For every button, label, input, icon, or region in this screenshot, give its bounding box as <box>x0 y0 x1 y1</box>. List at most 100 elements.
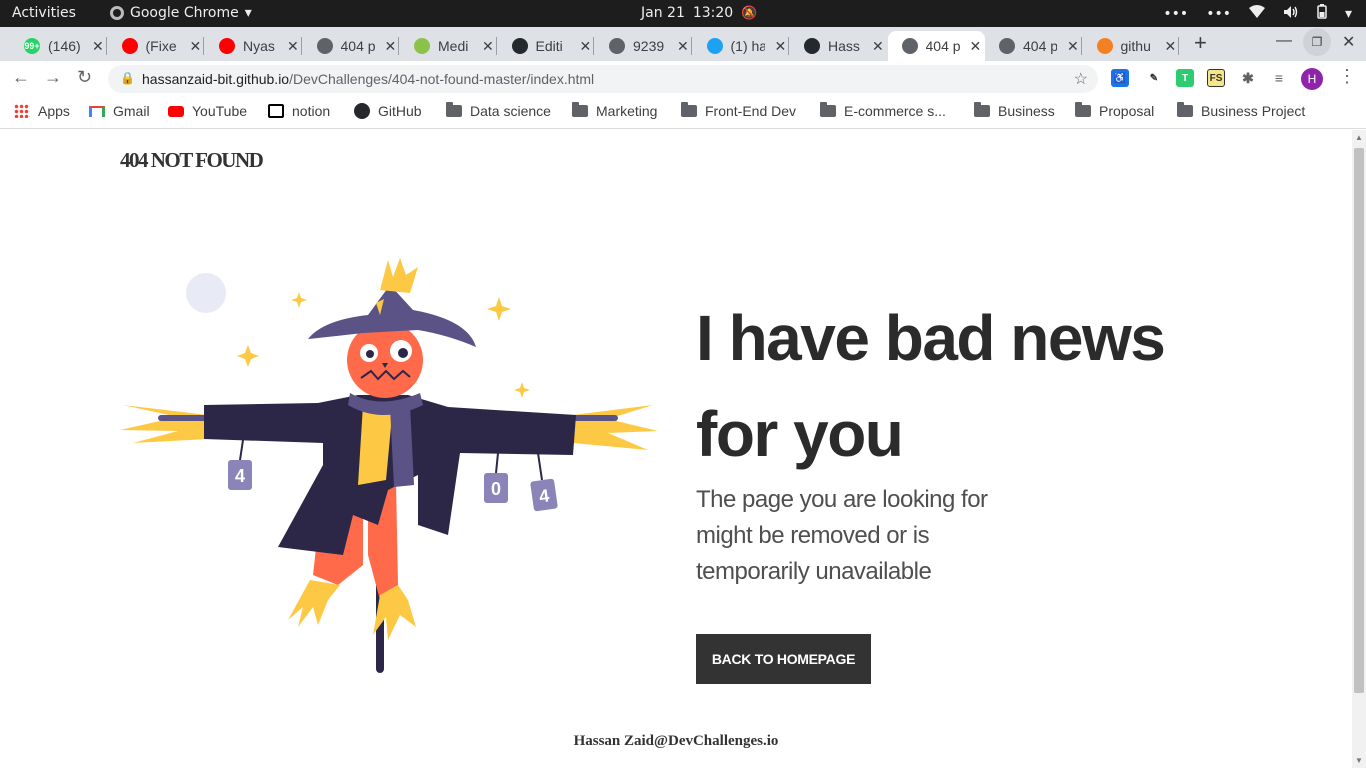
address-bar[interactable]: 🔒 hassanzaid-bit.github.io/DevChallenges… <box>108 65 1098 93</box>
tab-title: Medi <box>438 38 469 54</box>
browser-tab[interactable]: 9239 ✕ <box>595 31 693 61</box>
folder-icon <box>820 102 836 117</box>
volume-icon <box>1283 5 1299 23</box>
page-scrollbar[interactable]: ▲ ▼ <box>1352 130 1366 768</box>
bookmark-item[interactable]: Data science <box>446 102 551 119</box>
bookmark-item[interactable]: Marketing <box>572 102 657 119</box>
bookmark-item[interactable]: Apps <box>14 103 70 119</box>
back-button[interactable]: ← <box>12 67 30 88</box>
overflow-icon[interactable]: ••• <box>1163 6 1188 22</box>
browser-tab[interactable]: githu ✕ <box>1083 31 1181 61</box>
youtube-icon <box>168 105 184 117</box>
apps-grid-icon <box>14 104 30 118</box>
tab-title: (1) ha <box>730 38 765 54</box>
new-tab-button[interactable]: + <box>1194 30 1207 56</box>
bookmark-label: GitHub <box>378 103 422 119</box>
browser-tab[interactable]: 404 p ✕ <box>887 31 985 61</box>
bookmark-item[interactable]: Gmail <box>89 103 150 119</box>
scrollbar-thumb[interactable] <box>1354 148 1364 693</box>
close-tab-icon[interactable]: ✕ <box>190 38 202 55</box>
folder-icon <box>681 102 697 117</box>
browser-tab[interactable]: Hass ✕ <box>790 31 888 61</box>
chrome-menu-icon[interactable]: ⋮ <box>1338 66 1356 87</box>
close-tab-icon[interactable]: ✕ <box>580 38 592 55</box>
folder-icon <box>446 102 462 117</box>
browser-tab[interactable]: Medi ✕ <box>400 31 498 61</box>
close-tab-icon[interactable]: ✕ <box>872 38 884 55</box>
scroll-up-arrow-icon[interactable]: ▲ <box>1355 133 1363 142</box>
system-tray[interactable]: ••• ••• ▾ <box>1163 4 1352 23</box>
twitter-icon <box>706 38 723 54</box>
close-tab-icon[interactable]: ✕ <box>287 38 299 55</box>
close-tab-icon[interactable]: ✕ <box>775 38 787 55</box>
tab-separator <box>690 37 692 55</box>
accessibility-extension-icon[interactable]: ♿ <box>1111 69 1129 87</box>
close-tab-icon[interactable]: ✕ <box>1165 38 1177 55</box>
headline-line-2: for you <box>696 398 904 470</box>
bookmark-item[interactable]: Business Project <box>1177 102 1305 119</box>
extension-t-icon[interactable]: T <box>1176 69 1194 87</box>
app-menu[interactable]: Google Chrome ▾ <box>110 5 252 21</box>
page-footer: Hassan Zaid@DevChallenges.io <box>573 733 779 749</box>
bookmark-item[interactable]: E-commerce s... <box>820 102 946 119</box>
tab-separator <box>203 37 204 55</box>
extensions-puzzle-icon[interactable]: ✱ <box>1239 69 1257 87</box>
browser-tab[interactable]: (Fixe ✕ <box>108 31 206 61</box>
browser-tab[interactable]: 99+ (146) ✕ <box>10 31 108 61</box>
tab-separator <box>593 37 594 55</box>
bookmarks-bar: Apps Gmail YouTube notion GitHub Data science… <box>0 97 1366 129</box>
bookmark-item[interactable]: Proposal <box>1075 102 1154 119</box>
browser-tab[interactable]: 404 p ✕ <box>985 31 1083 61</box>
chrome-icon <box>110 6 124 20</box>
folder-icon <box>974 102 990 117</box>
activities-button[interactable]: Activities <box>12 5 76 21</box>
site-logo[interactable]: 404 NOT FOUND <box>120 148 264 173</box>
media-control-icon[interactable]: ≡ <box>1270 69 1288 87</box>
browser-tab[interactable]: Editi ✕ <box>498 31 596 61</box>
color-picker-extension-icon[interactable]: ✎ <box>1145 69 1163 87</box>
close-tab-icon[interactable]: ✕ <box>482 38 494 55</box>
battery-icon <box>1317 4 1327 23</box>
tab-separator <box>1178 37 1179 55</box>
bookmark-label: Data science <box>470 103 551 119</box>
tab-title: 9239 <box>633 38 665 54</box>
url-text[interactable]: hassanzaid-bit.github.io/DevChallenges/4… <box>142 71 594 87</box>
notifications-off-icon: 🔕 <box>741 5 758 21</box>
profile-avatar[interactable]: H <box>1301 68 1323 90</box>
close-tab-icon[interactable]: ✕ <box>677 38 689 55</box>
youtube-icon <box>121 38 138 54</box>
fs-extension-icon[interactable]: FS <box>1207 69 1225 87</box>
overflow-icon-2[interactable]: ••• <box>1206 6 1231 22</box>
bookmark-item[interactable]: notion <box>268 103 330 119</box>
clock[interactable]: Jan 21 13:20 🔕 <box>641 5 757 21</box>
minimize-button[interactable]: — <box>1276 32 1292 50</box>
close-tab-icon[interactable]: ✕ <box>385 38 397 55</box>
reload-button[interactable]: ↻ <box>77 67 92 88</box>
url-host: hassanzaid-bit.github.io <box>142 71 290 87</box>
bookmark-item[interactable]: Front-End Dev <box>681 102 796 119</box>
browser-tab[interactable]: 404 p ✕ <box>303 31 401 61</box>
restore-button[interactable]: ❐ <box>1303 28 1331 56</box>
power-menu-chevron-icon[interactable]: ▾ <box>1345 6 1352 22</box>
moon-shape <box>186 273 226 313</box>
bookmark-item[interactable]: Business <box>974 102 1055 119</box>
tab-strip: 99+ (146) ✕ (Fixe ✕ Nyas ✕ 404 p ✕ Medi ✕ Editi ✕ 923… <box>0 27 1366 61</box>
sign-digit-2: 0 <box>491 479 501 499</box>
browser-tab[interactable]: Nyas ✕ <box>205 31 303 61</box>
bookmark-star-icon[interactable]: ☆ <box>1074 69 1088 89</box>
scroll-down-arrow-icon[interactable]: ▼ <box>1355 756 1363 765</box>
forward-button[interactable]: → <box>44 67 62 88</box>
close-tab-icon[interactable]: ✕ <box>1067 38 1079 55</box>
close-tab-icon[interactable]: ✕ <box>92 38 104 55</box>
bookmark-item[interactable]: GitHub <box>354 103 422 119</box>
github-icon <box>354 103 370 119</box>
close-window-button[interactable]: ✕ <box>1342 32 1355 52</box>
close-tab-icon[interactable]: ✕ <box>970 38 982 55</box>
back-to-homepage-button[interactable]: BACK TO HOMEPAGE <box>696 634 871 684</box>
browser-tab[interactable]: (1) ha ✕ <box>693 31 791 61</box>
bookmark-item[interactable]: YouTube <box>168 103 247 119</box>
tab-title: Hass <box>828 38 860 54</box>
folder-icon <box>1075 102 1091 117</box>
lock-icon[interactable]: 🔒 <box>120 71 135 85</box>
tab-separator <box>1080 37 1082 55</box>
